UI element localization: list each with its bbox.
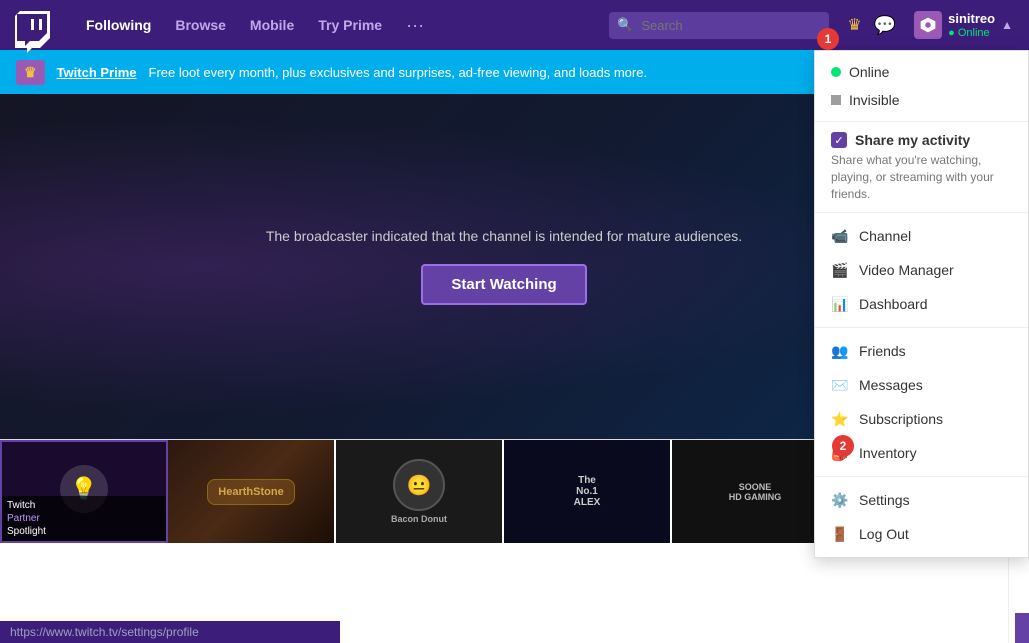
nav-browse[interactable]: Browse [165,11,236,39]
prime-crown-icon: ♛ [16,60,45,85]
user-status: ● Online [948,27,995,39]
search-icon: 🔍 [617,17,633,33]
status-bar: https://www.twitch.tv/settings/profile [0,621,340,643]
twitch-prime-link[interactable]: Twitch Prime [57,65,137,80]
invisible-label: Invisible [849,92,900,108]
menu-channel[interactable]: 📹 Channel [815,219,1028,253]
thumbnail-2[interactable]: HearthStone [168,440,336,543]
menu-inventory[interactable]: 🎒 Inventory [815,436,1028,470]
share-title: Share my activity [855,132,970,148]
subscriptions-label: Subscriptions [859,411,943,427]
share-header: ✓ Share my activity [831,132,1012,148]
invisible-dot-icon [831,95,841,105]
top-navigation: Following Browse Mobile Try Prime ··· 🔍 … [0,0,1029,50]
thumb-inner-2: HearthStone [168,440,334,543]
thumbnail-3[interactable]: 😐 Bacon Donut [336,440,504,543]
messages-icon: ✉️ [831,376,849,394]
menu-subscriptions[interactable]: ⭐ Subscriptions [815,402,1028,436]
mature-message: The broadcaster indicated that the chann… [266,228,742,244]
dropdown-arrow-icon: ▲ [1001,18,1013,32]
menu-group-2: 👥 Friends ✉️ Messages ⭐ Subscriptions 🎒 … [815,328,1028,477]
logout-icon: 🚪 [831,525,849,543]
settings-icon: ⚙️ [831,491,849,509]
nav-right: ♛ 💬 sinitreo ● Online ▲ [847,7,1019,43]
thumbnail-4[interactable]: TheNo.1ALEX [504,440,672,543]
logout-label: Log Out [859,526,909,542]
dashboard-icon: 📊 [831,295,849,313]
video-camera-icon: 📹 [831,227,849,245]
start-watching-button[interactable]: Start Watching [421,264,586,305]
nav-more[interactable]: ··· [396,9,434,42]
search-input[interactable] [609,12,829,39]
thumb-inner-3: 😐 Bacon Donut [336,440,502,543]
username: sinitreo [948,11,995,27]
friends-label: Friends [859,343,906,359]
menu-logout[interactable]: 🚪 Log Out [815,517,1028,551]
user-avatar [914,11,942,39]
subscriptions-icon: ⭐ [831,410,849,428]
thumb-label-1: Twitch Partner Spotlight [2,496,166,541]
mature-content-overlay: The broadcaster indicated that the chann… [266,228,742,305]
online-label: Online [849,64,889,80]
nav-try-prime[interactable]: Try Prime [308,11,392,39]
thumbnail-1[interactable]: 💡 Twitch Partner Spotlight [0,440,168,543]
channel-label: Channel [859,228,911,244]
nav-following[interactable]: Following [76,11,161,39]
user-info: sinitreo ● Online [948,11,995,39]
dashboard-label: Dashboard [859,296,928,312]
video-manager-label: Video Manager [859,262,954,278]
prime-banner-text: Free loot every month, plus exclusives a… [149,65,648,80]
nav-mobile[interactable]: Mobile [240,11,304,39]
menu-group-3: ⚙️ Settings 🚪 Log Out [815,477,1028,557]
share-activity-section: ✓ Share my activity Share what you're wa… [815,122,1028,213]
scrollbar-corner[interactable] [1015,613,1029,643]
menu-dashboard[interactable]: 📊 Dashboard [815,287,1028,321]
thumb-inner-4: TheNo.1ALEX [504,440,670,543]
checkmark-icon: ✓ [834,134,843,147]
messages-label: Messages [859,377,923,393]
share-checkbox[interactable]: ✓ [831,132,847,148]
online-dot-icon [831,67,841,77]
twitch-logo[interactable] [10,7,60,43]
user-dropdown-menu: Online Invisible ✓ Share my activity Sha… [814,50,1029,558]
user-menu-trigger[interactable]: sinitreo ● Online ▲ [908,7,1019,43]
crown-icon[interactable]: ♛ [847,15,861,35]
chat-icon[interactable]: 💬 [874,15,896,36]
nav-links: Following Browse Mobile Try Prime ··· [76,9,599,42]
status-invisible-option[interactable]: Invisible [831,89,1012,111]
menu-messages[interactable]: ✉️ Messages [815,368,1028,402]
search-wrapper: 🔍 [609,12,829,39]
settings-label: Settings [859,492,910,508]
inventory-icon: 🎒 [831,444,849,462]
status-online-option[interactable]: Online [831,61,1012,83]
menu-settings[interactable]: ⚙️ Settings [815,483,1028,517]
status-options: Online Invisible [815,51,1028,122]
status-url: https://www.twitch.tv/settings/profile [10,625,199,639]
friends-icon: 👥 [831,342,849,360]
menu-video-manager[interactable]: 🎬 Video Manager [815,253,1028,287]
menu-friends[interactable]: 👥 Friends [815,334,1028,368]
menu-group-1: 📹 Channel 🎬 Video Manager 📊 Dashboard [815,213,1028,328]
share-description: Share what you're watching, playing, or … [831,152,1012,202]
inventory-label: Inventory [859,445,917,461]
film-icon: 🎬 [831,261,849,279]
